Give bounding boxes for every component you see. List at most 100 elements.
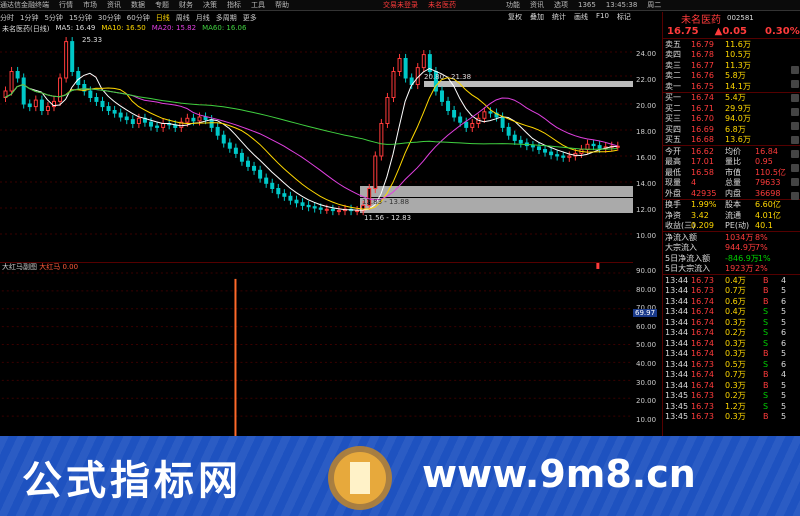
- sub-tick: 60.00: [636, 322, 657, 331]
- stat-row-cell: 总量: [725, 178, 741, 188]
- side-tool-icon[interactable]: [791, 164, 799, 172]
- site-logo-icon: [328, 446, 392, 510]
- ask-book: 卖五 16.79 11.6万 卖四 16.78 10.5万 卖三 16.77 11.3万 卖二 16…: [663, 39, 800, 92]
- stat-row: 最高 17.01 量比 0.95: [663, 157, 800, 168]
- menu-function[interactable]: 功能: [506, 0, 520, 10]
- period-tab[interactable]: 15分钟: [69, 13, 92, 23]
- tick-list[interactable]: 13:44 16.73 0.4万 B 4 13:44 16.73 0.7万 B 5 13:44 16.…: [663, 275, 800, 422]
- period-tab[interactable]: 分时: [0, 13, 14, 23]
- menu-item[interactable]: 资讯: [107, 0, 121, 10]
- flow-row-cell: 1034万: [725, 232, 754, 242]
- tick-row: 13:44 16.74 0.3万 S 5: [663, 317, 800, 328]
- period-tab[interactable]: 更多: [243, 13, 257, 23]
- tick-row-cell: 0.2万: [725, 328, 746, 338]
- ask-row: 卖二 16.76 5.8万: [663, 71, 800, 82]
- tick-row-cell: 0.3万: [725, 317, 746, 327]
- side-tool-icon[interactable]: [791, 80, 799, 88]
- side-tool-icon[interactable]: [791, 150, 799, 158]
- tick-row-cell: 16.74: [691, 380, 714, 390]
- bid-row-cell: 16.69: [691, 124, 714, 134]
- bid-row-cell: 16.68: [691, 135, 714, 145]
- candle-body: [39, 99, 44, 111]
- tool-button[interactable]: 统计: [552, 12, 566, 22]
- menu-item[interactable]: 数据: [131, 0, 145, 10]
- menu-options[interactable]: 选项: [554, 0, 568, 10]
- menu-item[interactable]: 市场: [83, 0, 97, 10]
- stat-row-cell: 36698: [755, 188, 781, 198]
- tick-row-cell: B: [763, 275, 769, 285]
- side-tool-icon[interactable]: [791, 136, 799, 144]
- stock-header: 未名医药 002581: [663, 12, 800, 26]
- period-tab-active[interactable]: 日线: [156, 13, 170, 23]
- stat-row-cell: 42935: [691, 188, 717, 198]
- period-tab[interactable]: 多周期: [216, 13, 237, 23]
- candle-body: [94, 97, 99, 102]
- stat-row-cell: 内盘: [725, 188, 741, 198]
- fund-row-cell: 股本: [725, 200, 741, 210]
- candle-body: [21, 77, 26, 105]
- stat-row-cell: 均价: [725, 146, 741, 156]
- trade-status[interactable]: 交易未登录: [383, 0, 418, 10]
- side-tool-icon[interactable]: [791, 192, 799, 200]
- candle-body: [591, 143, 596, 147]
- candle-body: [336, 210, 341, 213]
- tool-button[interactable]: 画线: [574, 12, 588, 22]
- stat-row-cell: 0.95: [755, 157, 773, 167]
- side-tool-icon[interactable]: [791, 66, 799, 74]
- menu-item[interactable]: 工具: [251, 0, 265, 10]
- ask-row-cell: 卖三: [665, 60, 681, 70]
- side-tool-icon[interactable]: [791, 108, 799, 116]
- fund-row-cell: 4.01亿: [755, 210, 781, 220]
- kline-chart[interactable]: 25.33 20.80 - 21.38 12.83 - 13.88 11.56 …: [0, 32, 633, 256]
- candle-body: [76, 71, 81, 85]
- tick-row-cell: S: [763, 401, 769, 411]
- stat-row: 现量 4 总量 79633: [663, 178, 800, 189]
- bid-row-cell: 5.4万: [725, 93, 746, 103]
- tick-row-cell: S: [763, 359, 769, 369]
- tick-row-cell: 13:44: [665, 275, 689, 285]
- menu-news[interactable]: 资讯: [530, 0, 544, 10]
- period-tab[interactable]: 5分钟: [44, 13, 62, 23]
- period-tab[interactable]: 60分钟: [127, 13, 150, 23]
- menu-item[interactable]: 指标: [227, 0, 241, 10]
- stat-row-cell: 现量: [665, 178, 681, 188]
- sub-indicator-chart[interactable]: [0, 262, 633, 436]
- bid-row: 买一 16.74 5.4万: [663, 93, 800, 104]
- menu-item[interactable]: 帮助: [275, 0, 289, 10]
- sub-value-marker: 69.97: [633, 309, 658, 317]
- flow-row-cell: 7%: [755, 243, 768, 253]
- side-tool-icon[interactable]: [791, 94, 799, 102]
- candle-body: [155, 125, 160, 128]
- side-tool-icon[interactable]: [791, 178, 799, 186]
- bid-row: 买五 16.68 13.6万: [663, 135, 800, 146]
- tool-button[interactable]: 标记: [617, 12, 631, 22]
- tick-row-cell: 5: [781, 391, 787, 401]
- menu-item[interactable]: 行情: [59, 0, 73, 10]
- side-tool-icon[interactable]: [791, 122, 799, 130]
- tick-row-cell: 6: [781, 338, 787, 348]
- tool-button[interactable]: 复权: [508, 12, 522, 22]
- tool-button[interactable]: 叠加: [530, 12, 544, 22]
- menu-item[interactable]: 财务: [179, 0, 193, 10]
- tick-row-cell: 5: [781, 286, 787, 296]
- candle-body: [306, 204, 311, 208]
- menu-item[interactable]: 专题: [155, 0, 169, 10]
- candle-body: [318, 207, 323, 210]
- period-tab[interactable]: 月线: [196, 13, 210, 23]
- tick-row-cell: 16.73: [691, 359, 714, 369]
- candle-body: [270, 182, 275, 190]
- stat-row-cell: 79633: [755, 178, 781, 188]
- period-tab[interactable]: 30分钟: [98, 13, 121, 23]
- period-tab[interactable]: 1分钟: [20, 13, 38, 23]
- price-tick: 10.00: [636, 232, 657, 240]
- candle-body: [130, 119, 135, 124]
- tool-button[interactable]: F10: [596, 12, 609, 22]
- menu-item[interactable]: 决策: [203, 0, 217, 10]
- sub-axis: 90.00 80.00 70.00 60.00 50.00 40.00 30.0…: [636, 266, 656, 425]
- tick-row-cell: S: [763, 307, 769, 317]
- candle-body: [446, 100, 451, 112]
- tick-row-cell: 13:44: [665, 370, 689, 380]
- tick-row-cell: S: [763, 338, 769, 348]
- period-tab[interactable]: 周线: [176, 13, 190, 23]
- tick-row-cell: B: [763, 349, 769, 359]
